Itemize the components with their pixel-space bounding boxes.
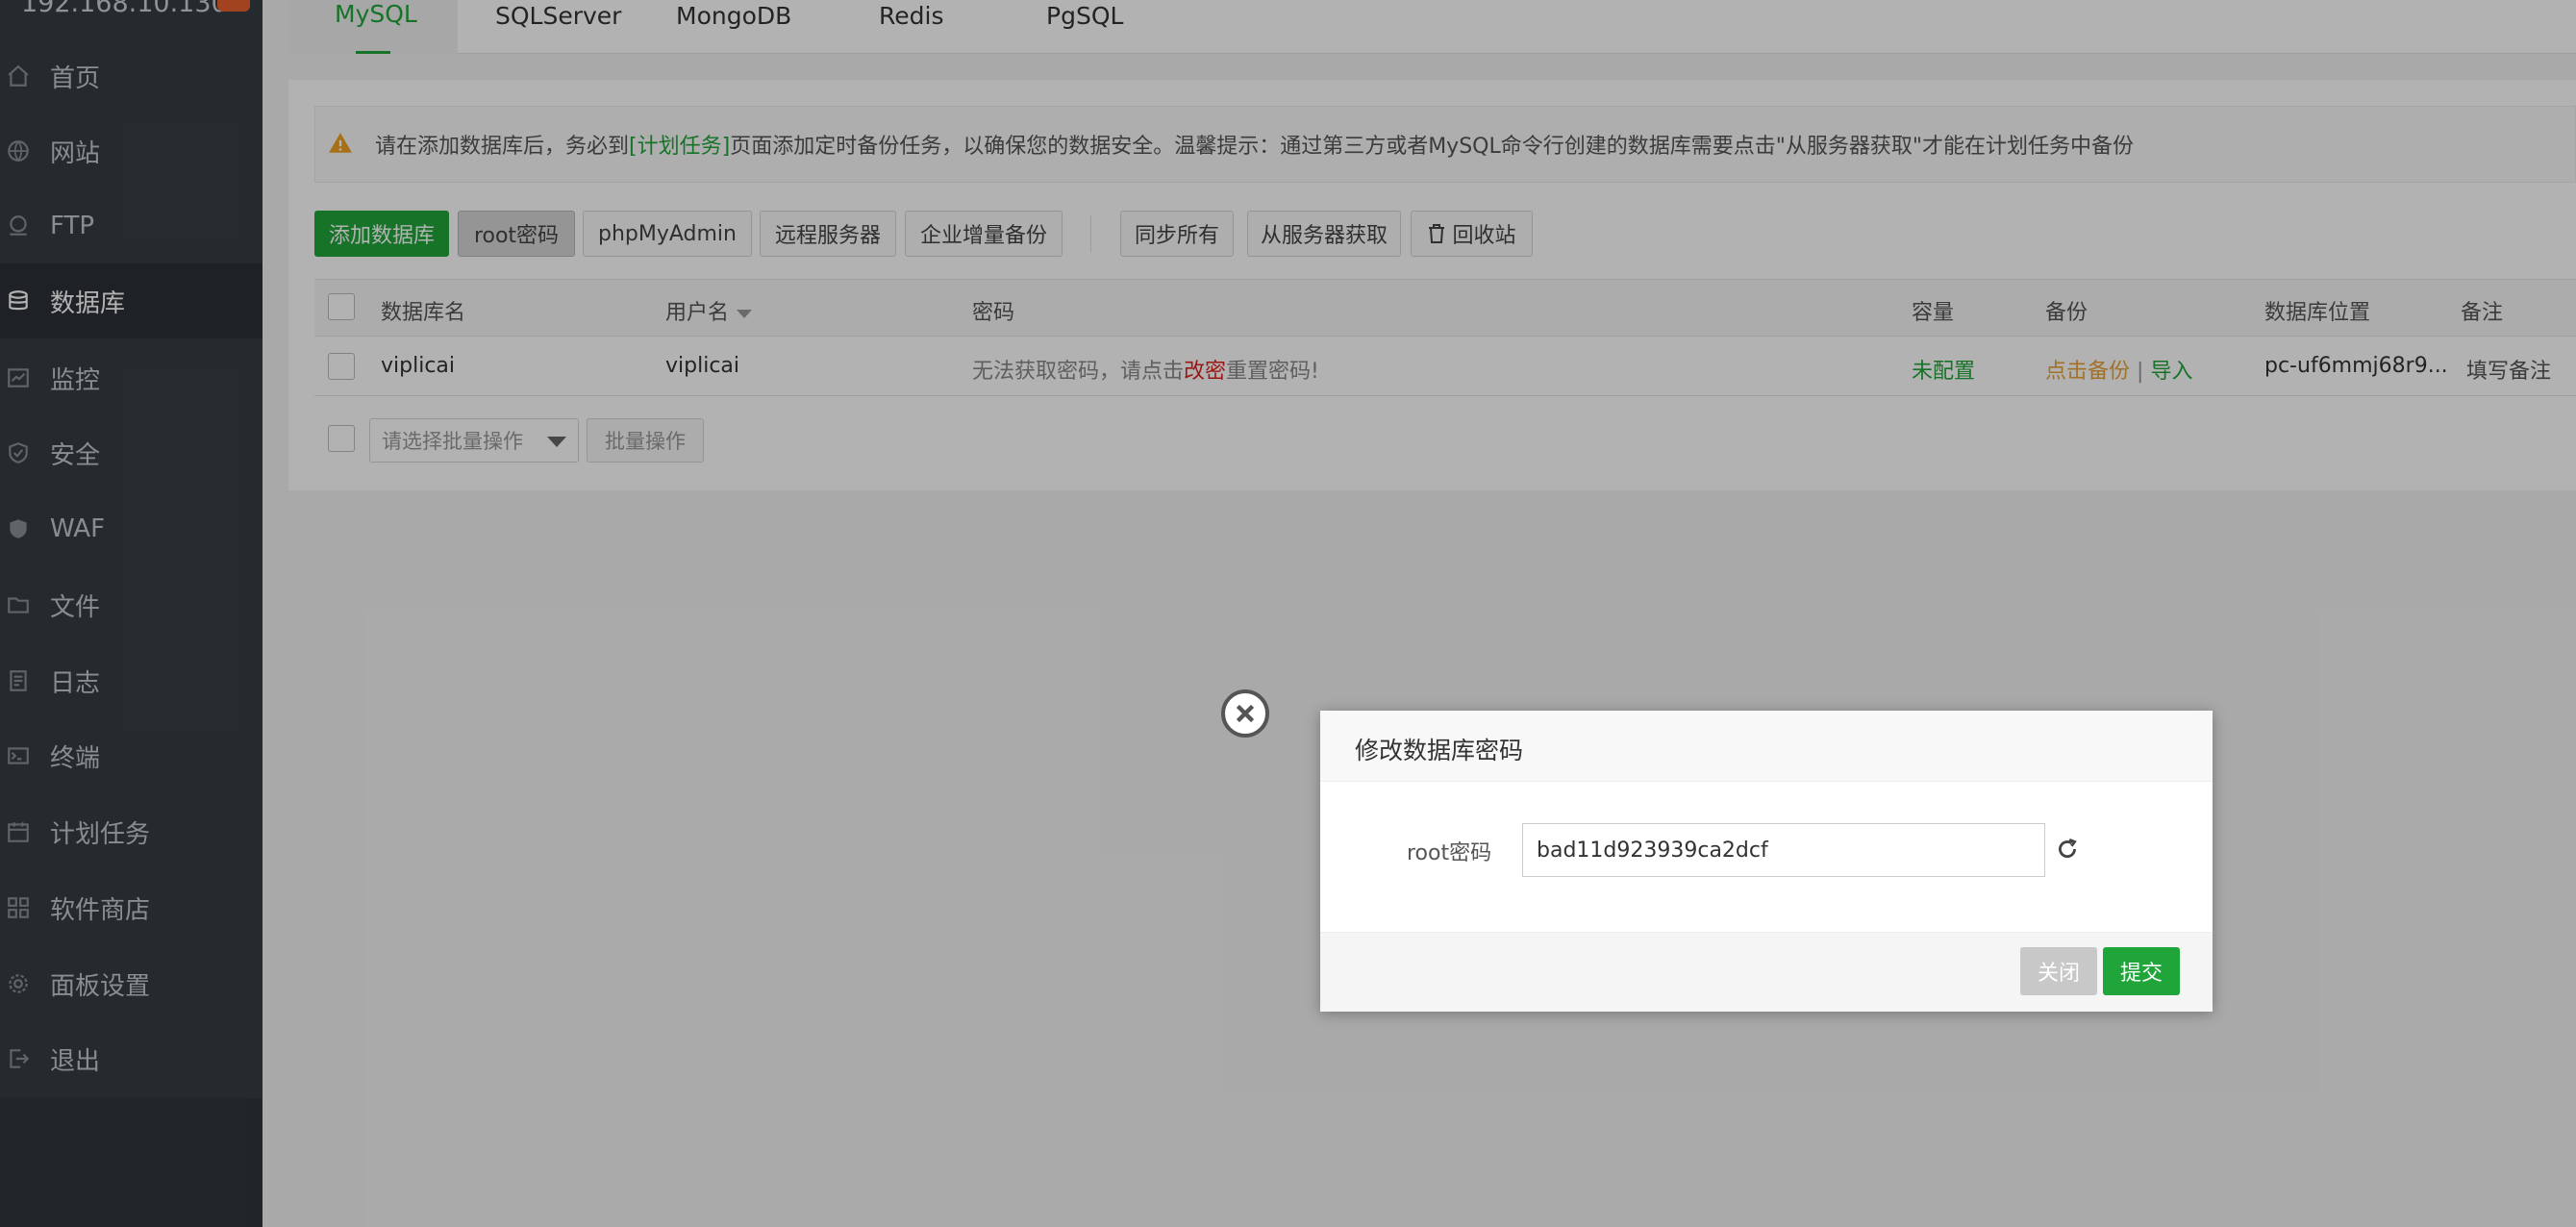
dialog-title: 修改数据库密码: [1355, 737, 1524, 764]
dialog-close-button[interactable]: [1221, 689, 1269, 738]
refresh-icon[interactable]: [2055, 837, 2080, 862]
close-icon: [1236, 704, 1255, 723]
submit-button[interactable]: 提交: [2103, 947, 2180, 995]
change-password-dialog: 修改数据库密码 root密码 关闭 提交: [1320, 711, 2213, 1012]
root-password-label: root密码: [1407, 841, 1492, 865]
close-button[interactable]: 关闭: [2020, 947, 2097, 995]
root-password-input[interactable]: [1522, 823, 2045, 877]
dialog-header: 修改数据库密码: [1320, 711, 2213, 782]
modal-overlay[interactable]: [0, 0, 2576, 1227]
